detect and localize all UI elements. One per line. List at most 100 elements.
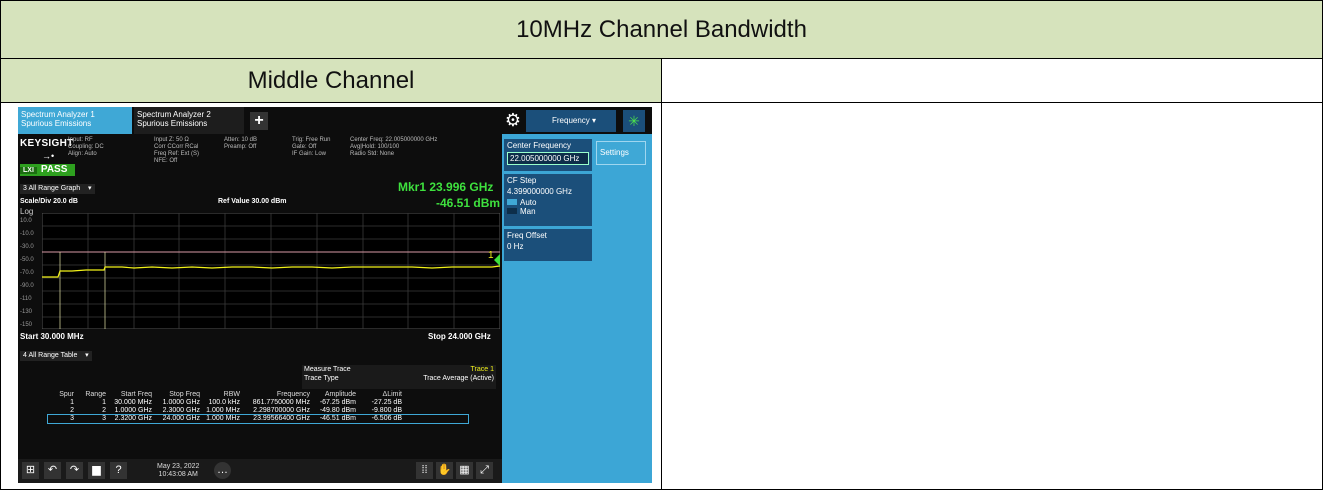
table-cell: 2.3000 GHz bbox=[162, 407, 200, 414]
tab-subtitle: Spurious Emissions bbox=[137, 119, 208, 128]
y-tick: 10.0 bbox=[20, 218, 32, 224]
table-cell: -46.51 dBm bbox=[319, 415, 356, 422]
spectrum-plot: 1 bbox=[42, 213, 500, 329]
column-header: Frequency bbox=[276, 391, 310, 398]
cf-step-softkey[interactable]: CF Step 4.399000000 GHz Auto Man bbox=[504, 174, 592, 226]
man-label: Man bbox=[520, 207, 536, 216]
table-cell: 1 bbox=[102, 399, 106, 406]
table-row[interactable]: 1 1 30.000 MHz 1.0000 GHz 100.0 kHz 861.… bbox=[48, 399, 468, 407]
add-tab-button[interactable]: + bbox=[250, 112, 268, 130]
keypad-icon[interactable]: ⁞⁞ bbox=[416, 462, 433, 479]
window-layout-icon[interactable]: ▦ bbox=[456, 462, 473, 479]
table-window-dropdown[interactable]: 4 All Range Table ▾ bbox=[20, 351, 92, 361]
table-window-label: 4 All Range Table bbox=[23, 352, 78, 359]
measure-trace-value: Trace 1 bbox=[470, 366, 494, 373]
table-cell: 1.000 MHz bbox=[206, 415, 240, 422]
start-frequency: Start 30.000 MHz bbox=[20, 332, 84, 341]
marker-number: 1 bbox=[488, 250, 494, 261]
column-header-middle-channel: Middle Channel bbox=[0, 58, 662, 103]
table-cell: 3 bbox=[70, 415, 74, 422]
freq-offset-softkey[interactable]: Freq Offset 0 Hz bbox=[504, 229, 592, 261]
menu-label: Frequency bbox=[552, 116, 590, 125]
table-cell: 2 bbox=[102, 407, 106, 414]
spectrum-analyzer-screenshot: Spectrum Analyzer 1 Spurious Emissions S… bbox=[18, 107, 652, 483]
undo-icon[interactable]: ↶ bbox=[44, 462, 61, 479]
trace-type-value: Trace Average (Active) bbox=[423, 375, 494, 382]
fullscreen-icon[interactable]: ⤢ bbox=[476, 462, 493, 479]
column-header: ΔLimit bbox=[382, 391, 402, 398]
table-cell: -9.800 dB bbox=[371, 407, 402, 414]
report-page: 10MHz Channel Bandwidth Middle Channel S… bbox=[0, 0, 1323, 490]
column-header-empty bbox=[661, 58, 1323, 103]
radio-selected-icon bbox=[507, 199, 517, 205]
tab-spectrum-analyzer-1[interactable]: Spectrum Analyzer 1 Spurious Emissions bbox=[18, 107, 132, 134]
y-tick: -50.0 bbox=[20, 257, 34, 263]
input-arrow-icon: →• bbox=[42, 151, 55, 161]
settings-tab[interactable]: Settings bbox=[596, 141, 646, 165]
table-cell: 1.0000 GHz bbox=[114, 407, 152, 414]
table-row-selected[interactable]: 3 3 2.3200 GHz 24.000 GHz 1.000 MHz 23.9… bbox=[47, 414, 469, 424]
table-cell: 1.0000 GHz bbox=[162, 399, 200, 406]
column-header: Spur bbox=[59, 391, 74, 398]
table-row[interactable]: 2 2 1.0000 GHz 2.3000 GHz 1.000 MHz 2.29… bbox=[48, 407, 468, 415]
table-cell: 2.3200 GHz bbox=[114, 415, 152, 422]
table-cell: 30.000 MHz bbox=[114, 399, 152, 406]
message-icon[interactable]: … bbox=[214, 462, 231, 479]
table-cell: 100.0 kHz bbox=[208, 399, 240, 406]
man-option[interactable]: Man bbox=[507, 207, 589, 216]
auto-label: Auto bbox=[520, 198, 537, 207]
frequency-menu-dropdown[interactable]: Frequency ▾ bbox=[526, 110, 616, 132]
marker-frequency: Mkr1 23.996 GHz bbox=[398, 180, 494, 194]
table-cell: 861.7750000 MHz bbox=[252, 399, 310, 406]
table-cell: -67.25 dBm bbox=[319, 399, 356, 406]
help-icon[interactable]: ? bbox=[110, 462, 127, 479]
column-header: Range bbox=[85, 391, 106, 398]
column-header: RBW bbox=[223, 391, 240, 398]
brand-logo: KEYSIGHT bbox=[20, 138, 74, 149]
touch-icon[interactable]: ✋ bbox=[436, 462, 453, 479]
y-tick: -10.0 bbox=[20, 231, 34, 237]
table-cell: 1 bbox=[70, 399, 74, 406]
column-header: Stop Freq bbox=[169, 391, 200, 398]
info-attenuation: Atten: 10 dB Preamp: Off bbox=[224, 137, 258, 150]
table-header-row: Spur Range Start Freq Stop Freq RBW Freq… bbox=[48, 391, 468, 399]
tab-spectrum-analyzer-2[interactable]: Spectrum Analyzer 2 Spurious Emissions bbox=[134, 107, 244, 134]
y-tick: -130 bbox=[20, 309, 33, 315]
softkey-label: CF Step bbox=[507, 176, 537, 185]
y-tick: -90.0 bbox=[20, 283, 34, 289]
taskbar: ⊞ ↶ ↷ ▆ ? May 23, 2022 10:43:08 AM … ⁞⁞ … bbox=[18, 459, 502, 483]
redo-icon[interactable]: ↷ bbox=[66, 462, 83, 479]
table-cell: -27.25 dB bbox=[371, 399, 402, 406]
table-cell: 23.99566400 GHz bbox=[253, 415, 310, 422]
table-title: 10MHz Channel Bandwidth bbox=[0, 0, 1323, 59]
folder-icon[interactable]: ▆ bbox=[88, 462, 105, 479]
tab-title: Spectrum Analyzer 1 bbox=[21, 110, 95, 119]
table-cell: 3 bbox=[102, 415, 106, 422]
ref-value: Ref Value 30.00 dBm bbox=[218, 198, 287, 205]
column-header: Start Freq bbox=[120, 391, 152, 398]
table-cell: 2.298700000 GHz bbox=[253, 407, 310, 414]
freq-offset-value: 0 Hz bbox=[507, 242, 524, 251]
marker-amplitude: -46.51 dBm bbox=[436, 196, 501, 210]
center-frequency-field[interactable]: 22.005000000 GHz bbox=[507, 152, 589, 165]
info-center-freq: Center Freq: 22.005000000 GHz Avg|Hold: … bbox=[350, 137, 438, 157]
trace-info-box: Measure Trace Trace 1 Trace Type Trace Ave… bbox=[302, 365, 496, 389]
graph-window-dropdown[interactable]: 3 All Range Graph ▾ bbox=[20, 184, 95, 194]
softkey-label: Freq Offset bbox=[507, 231, 547, 240]
busy-spinner-icon: ✳ bbox=[623, 110, 645, 132]
info-input: Input: RF Coupling: DC Align: Auto bbox=[68, 137, 104, 157]
status-badge: LXI PASS bbox=[20, 164, 75, 176]
table-cell: 24.000 GHz bbox=[162, 415, 200, 422]
clock: May 23, 2022 10:43:08 AM bbox=[157, 463, 199, 479]
softkey-label: Center Frequency bbox=[507, 141, 572, 150]
log-label: Log bbox=[20, 207, 34, 216]
y-tick: -110 bbox=[20, 296, 32, 302]
info-corrections: Input Z: 50 Ω Corr CCorr RCal Freq Ref: … bbox=[154, 137, 200, 164]
auto-option[interactable]: Auto bbox=[507, 198, 589, 207]
center-frequency-softkey[interactable]: Center Frequency 22.005000000 GHz bbox=[504, 139, 592, 171]
info-trigger: Trig: Free Run Gate: Off IF Gain: Low bbox=[292, 137, 331, 157]
stop-frequency: Stop 24.000 GHz bbox=[428, 332, 491, 341]
gear-icon[interactable]: ⚙ bbox=[503, 110, 523, 130]
y-tick: -70.0 bbox=[20, 270, 34, 276]
windows-icon[interactable]: ⊞ bbox=[22, 462, 39, 479]
